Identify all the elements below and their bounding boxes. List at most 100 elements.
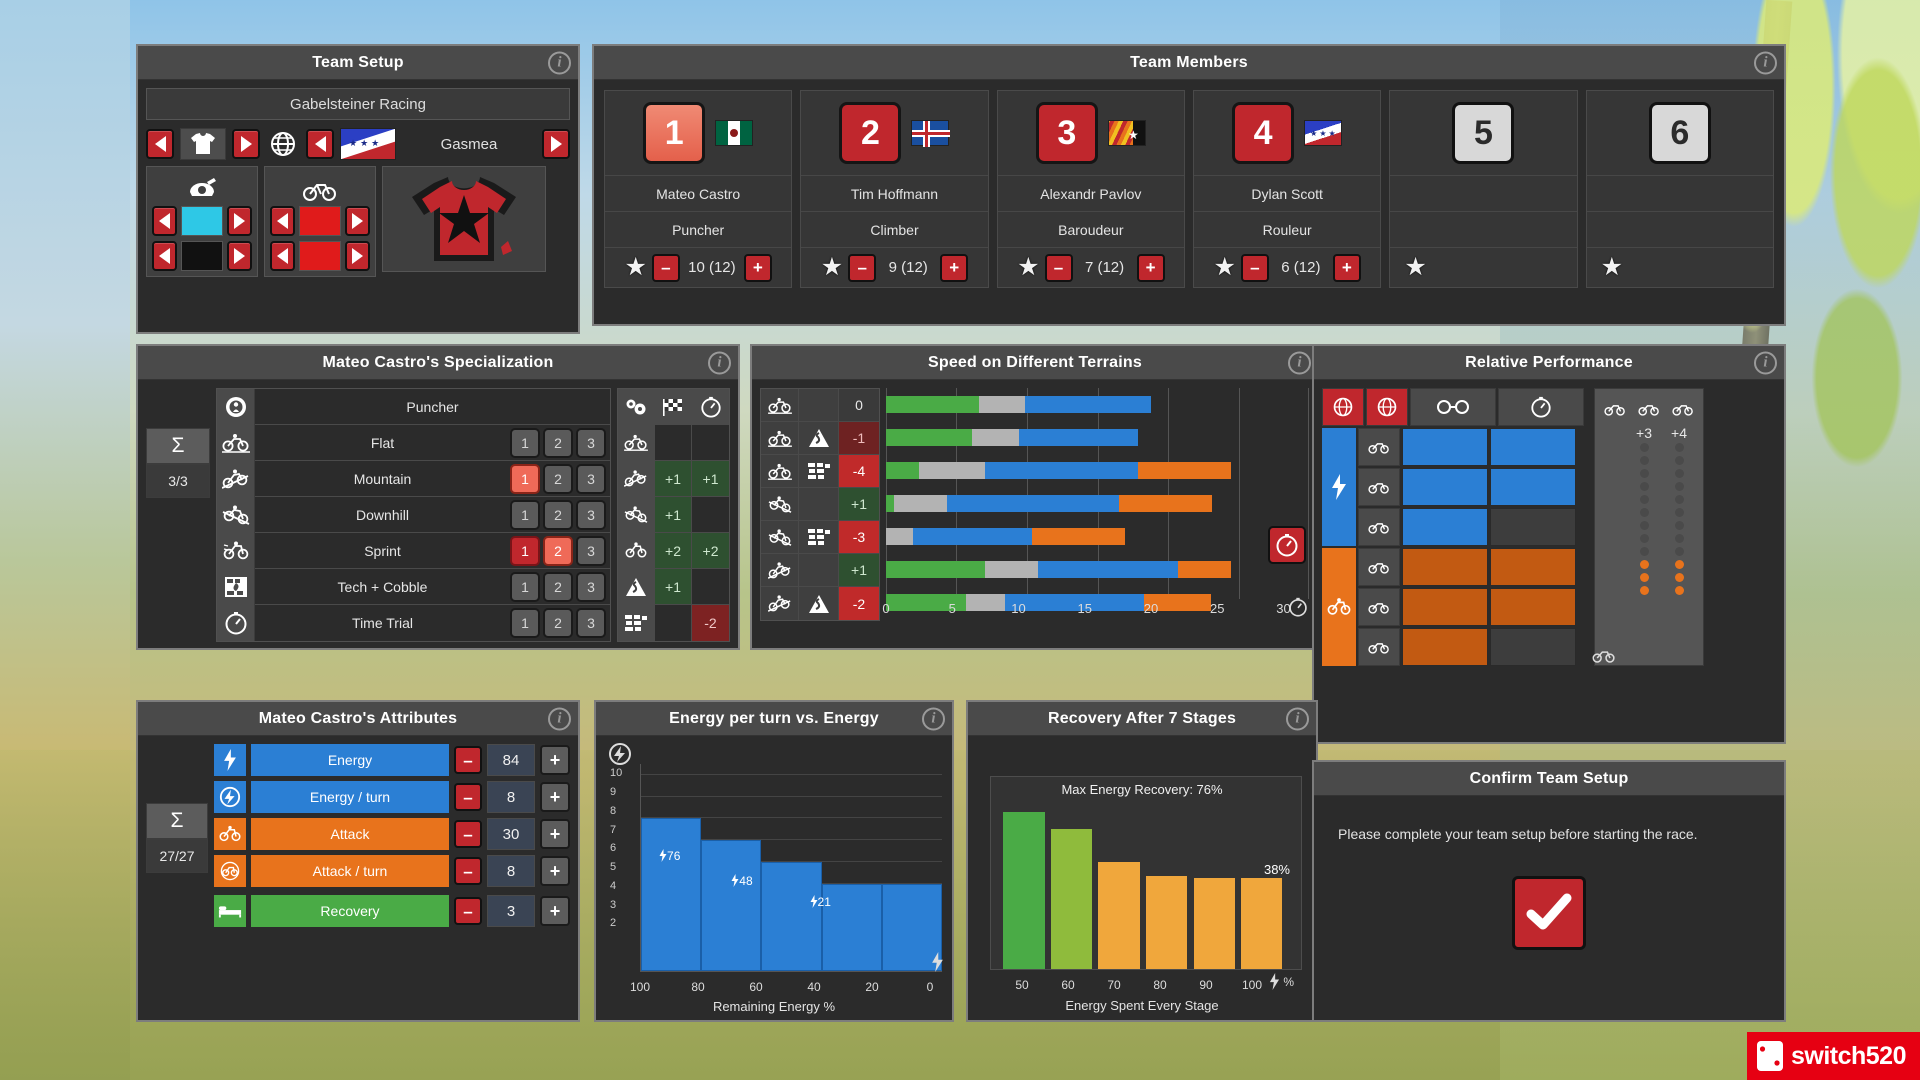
level-button-3[interactable]: 3 [576,535,606,566]
confirm-button[interactable] [1512,876,1586,950]
rating-minus-button[interactable]: – [1044,253,1073,282]
level-button-1[interactable]: 1 [510,427,540,458]
member-number[interactable]: 5 [1452,102,1515,164]
nation-next-button[interactable] [542,129,570,159]
rp-cell[interactable] [1402,468,1488,506]
member-number[interactable]: 3 [1035,102,1098,164]
terrain-modifier: 0 [839,389,879,421]
level-button-1[interactable]: 1 [510,571,540,602]
rating-minus-button[interactable]: – [1240,253,1269,282]
level-button-3[interactable]: 3 [576,608,606,638]
member-card-5[interactable]: 5 ★ [1389,90,1578,288]
tertiary-color-next[interactable] [344,206,370,236]
bar [1146,876,1188,969]
kit-prev-button[interactable] [146,129,174,159]
attribute-plus-button[interactable]: + [540,819,570,849]
secondary-color-swatch[interactable] [181,241,223,271]
rating-value: 10 (12) [688,259,736,276]
info-icon[interactable]: i [1754,351,1777,374]
globe-red-icon[interactable] [1322,388,1364,426]
nation-prev-button[interactable] [306,129,334,159]
attribute-minus-button[interactable]: – [454,746,482,774]
attribute-minus-button[interactable]: – [454,783,482,811]
info-icon[interactable]: i [548,51,571,74]
level-button-3[interactable]: 3 [576,463,606,494]
level-button-2[interactable]: 2 [543,535,573,566]
rp-cell[interactable] [1402,548,1488,586]
attributes-title: Mateo Castro's Attributes i [138,702,578,736]
member-card-3[interactable]: 3 ★ Alexandr Pavlov Baroudeur ★ – 7 (12)… [996,90,1185,288]
level-button-1[interactable]: 1 [510,608,540,638]
member-number[interactable]: 6 [1648,102,1711,164]
tertiary-color-prev[interactable] [270,206,296,236]
level-button-1[interactable]: 1 [510,463,540,494]
glasses-icon[interactable] [1410,388,1496,426]
level-button-3[interactable]: 3 [576,571,606,602]
rating-plus-button[interactable]: + [1136,253,1165,282]
tertiary-color-swatch[interactable] [299,206,341,236]
quaternary-color-prev[interactable] [270,241,296,271]
attribute-plus-button[interactable]: + [540,856,570,886]
energy-chart-body: 76 48 21 10 9 8 7 6 5 4 3 2 100 80 60 40 20 0 Remaining… [596,736,952,1016]
rp-cell[interactable] [1490,588,1576,626]
member-card-1[interactable]: 1 Mateo Castro Puncher ★ – 10 (12) + [604,90,793,288]
info-icon[interactable]: i [1286,707,1309,730]
rp-cell[interactable] [1402,428,1488,466]
primary-color-swatch[interactable] [181,206,223,236]
rp-cell[interactable] [1490,468,1576,506]
level-button-2[interactable]: 2 [543,463,573,494]
secondary-color-next[interactable] [226,241,252,271]
member-card-6[interactable]: 6 ★ [1585,90,1774,288]
rating-minus-button[interactable]: – [651,253,680,282]
spec-row-sprint: Sprint 1 2 3 [217,532,610,569]
level-button-2[interactable]: 2 [543,608,573,638]
rp-cell[interactable] [1490,628,1576,666]
level-button-2[interactable]: 2 [543,427,573,458]
rp-cell[interactable] [1490,428,1576,466]
info-icon[interactable]: i [1754,51,1777,74]
stopwatch-icon[interactable] [1498,388,1584,426]
level-button-1[interactable]: 1 [510,499,540,530]
primary-color-prev[interactable] [152,206,178,236]
member-card-4[interactable]: 4 ★★★ Dylan Scott Rouleur ★ – 6 (12) + [1192,90,1382,288]
attribute-plus-button[interactable]: + [540,745,570,775]
member-number[interactable]: 2 [839,102,902,164]
level-button-3[interactable]: 3 [576,427,606,458]
rating-plus-button[interactable]: + [940,253,969,282]
level-button-1[interactable]: 1 [510,535,540,566]
rp-dot [1674,521,1684,530]
rp-cell[interactable] [1402,508,1488,546]
info-icon[interactable]: i [922,707,945,730]
member-card-2[interactable]: 2 Tim Hoffmann Climber ★ – 9 (12) + [800,90,989,288]
level-button-2[interactable]: 2 [543,571,573,602]
level-button-3[interactable]: 3 [576,499,606,530]
specialization-bonus-table: +1 +1 +1 +2 +2 +1 -2 [617,388,730,642]
attribute-minus-button[interactable]: – [454,820,482,848]
curve-sign-icon [618,569,655,604]
rp-cell[interactable] [1490,508,1576,546]
rating-plus-button[interactable]: + [1332,253,1361,282]
secondary-color-prev[interactable] [152,241,178,271]
attribute-plus-button[interactable]: + [540,896,570,926]
rating-plus-button[interactable]: + [743,253,772,282]
team-name-field[interactable]: Gabelsteiner Racing [146,88,570,120]
info-icon[interactable]: i [708,351,731,374]
rating-minus-button[interactable]: – [848,253,877,282]
kit-next-button[interactable] [232,129,260,159]
primary-color-next[interactable] [226,206,252,236]
globe-red-icon-2[interactable] [1366,388,1408,426]
info-icon[interactable]: i [548,707,571,730]
attribute-plus-button[interactable]: + [540,782,570,812]
member-number[interactable]: 1 [643,102,706,164]
attribute-minus-button[interactable]: – [454,857,482,885]
rp-cell[interactable] [1402,588,1488,626]
quaternary-color-next[interactable] [344,241,370,271]
rp-cell[interactable] [1402,628,1488,666]
rp-cell[interactable] [1490,548,1576,586]
recovery-chart-body: Max Energy Recovery: 76% 38% 50 60 70 80 90 1… [968,736,1316,1016]
quaternary-color-swatch[interactable] [299,241,341,271]
info-icon[interactable]: i [1288,351,1311,374]
member-number[interactable]: 4 [1232,102,1295,164]
level-button-2[interactable]: 2 [543,499,573,530]
attribute-minus-button[interactable]: – [454,897,482,925]
